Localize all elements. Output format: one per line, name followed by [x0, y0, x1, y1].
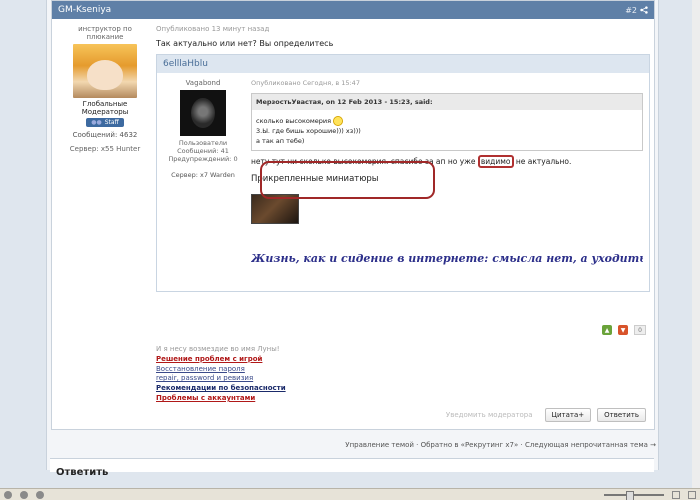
vote-up-button[interactable]: ▲ — [602, 325, 612, 335]
forum-post: GM-Kseniya #2 инструктор по плюкание Гло… — [51, 0, 655, 430]
status-lock-icon — [20, 490, 28, 499]
staff-badge: ●● Staff — [86, 118, 124, 127]
author-server: Сервер: x55 Hunter — [69, 145, 141, 153]
quoted-signature: Жизнь, как и сидение в интернете: смысла… — [251, 252, 643, 266]
quoted-author-post-count: Сообщений: 41 — [177, 147, 229, 156]
share-icon[interactable] — [640, 6, 648, 14]
quoted-author-group: Пользователи — [178, 139, 228, 147]
author-title: инструктор по плюкание — [78, 25, 132, 41]
attachment-thumbnail[interactable] — [251, 194, 299, 225]
nested-quote: МерзостьУвастая, on 12 Feb 2013 - 15:23,… — [251, 93, 643, 152]
browser-status-bar — [0, 488, 700, 500]
quoted-author-server: Сервер: x7 Warden — [171, 171, 235, 180]
post-header: GM-Kseniya #2 — [52, 1, 654, 19]
vote-down-button[interactable]: ▼ — [618, 325, 628, 335]
quoted-post-inner: Vagabond Пользователи Сообщений: 41 Пред… — [157, 73, 649, 291]
quoted-author-link[interactable]: 6elllaHblu — [163, 59, 208, 69]
author-sidebar: инструктор по плюкание Глобальные Модера… — [60, 25, 150, 153]
quoted-author-nick: Vagabond — [185, 79, 221, 87]
signature-intro: И я несу возмездие во имя Луны! — [156, 345, 280, 353]
badge-label: Staff — [104, 119, 119, 126]
quote-button[interactable]: Цитата+ — [544, 408, 592, 422]
status-sync-icon — [36, 490, 44, 499]
content-frame: GM-Kseniya #2 инструктор по плюкание Гло… — [46, 0, 659, 470]
quoted-author-warnings: Предупреждений: 0 — [168, 155, 238, 164]
badge-dots-icon: ●● — [91, 119, 102, 126]
author-group: Глобальные Модераторы — [81, 100, 129, 116]
reply-text-before: нету тут ни сколько высокомерия. спасибо… — [251, 157, 478, 167]
highlighted-word: видимо — [477, 155, 514, 169]
author-avatar[interactable] — [73, 44, 137, 98]
window-button[interactable] — [672, 490, 680, 499]
post-date: Опубликовано 13 минут назад — [156, 25, 270, 33]
thread-navigation[interactable]: Управление темой · Обратно в «Рекрутинг … — [345, 441, 656, 449]
post-author-link[interactable]: GM-Kseniya — [58, 5, 111, 15]
reply-panel-title: Ответить — [56, 467, 109, 478]
thinking-emoji-icon — [333, 116, 344, 126]
post-text: Так актуально или нет? Вы определитесь — [156, 39, 334, 48]
post-body: Опубликовано 13 минут назад Так актуальн… — [156, 25, 650, 292]
signature-links: И я несу возмездие во имя Луны! Решение … — [156, 345, 286, 404]
quoted-post-content: Опубликовано Сегодня, в 15:47 МерзостьУв… — [251, 79, 643, 265]
quoted-author-sidebar: Vagabond Пользователи Сообщений: 41 Пред… — [163, 79, 243, 179]
reply-button[interactable]: Ответить — [597, 408, 646, 422]
reply-panel: Ответить — [50, 458, 654, 478]
nested-quote-line-1: сколько высокомерия — [256, 117, 332, 125]
vertical-scrollbar[interactable] — [692, 0, 700, 488]
nested-quote-body: сколько высокомерия 3.Ы. где бишь хороши… — [252, 110, 642, 150]
zoom-slider[interactable] — [604, 490, 664, 500]
reputation-count: 0 — [634, 325, 646, 335]
quoted-post-header: 6elllaHblu — [157, 55, 649, 73]
notify-moderator-link[interactable]: Уведомить модератора — [446, 411, 533, 419]
reputation-controls: ▲ ▼ 0 — [602, 325, 646, 335]
quoted-reply-text: нету тут ни сколько высокомерия. спасибо… — [251, 155, 643, 169]
quoted-author-avatar[interactable] — [180, 90, 226, 136]
quoted-post: 6elllaHblu Vagabond Пользователи Сообщен… — [156, 54, 650, 292]
nested-quote-header: МерзостьУвастая, on 12 Feb 2013 - 15:23,… — [252, 94, 642, 110]
reply-text-after: не актуально. — [513, 157, 572, 167]
link-password-recovery[interactable]: Восстановление пароля — [156, 365, 286, 375]
nested-quote-line-2: 3.Ы. где бишь хорошие))) хз))) — [256, 126, 361, 135]
post-number-label[interactable]: #2 — [625, 6, 637, 15]
status-globe-icon — [4, 490, 12, 499]
author-post-count: Сообщений: 4632 — [72, 131, 138, 139]
attachments-title: Прикрепленные миниатюры — [251, 174, 379, 185]
link-game-problems[interactable]: Решение проблем с игрой — [156, 355, 286, 365]
quoted-post-date: Опубликовано Сегодня, в 15:47 — [251, 79, 360, 87]
fullscreen-button[interactable] — [688, 490, 696, 499]
nested-quote-line-3: а так ап тебе) — [256, 136, 305, 145]
link-repair-password[interactable]: repair, password и ревизия — [156, 374, 286, 384]
link-account-problems[interactable]: Проблемы с аккаунтами — [156, 394, 286, 404]
post-actions: Уведомить модератора Цитата+ Ответить — [446, 408, 646, 422]
post-number[interactable]: #2 — [625, 6, 648, 15]
link-security[interactable]: Рекомендации по безопасности — [156, 384, 286, 394]
